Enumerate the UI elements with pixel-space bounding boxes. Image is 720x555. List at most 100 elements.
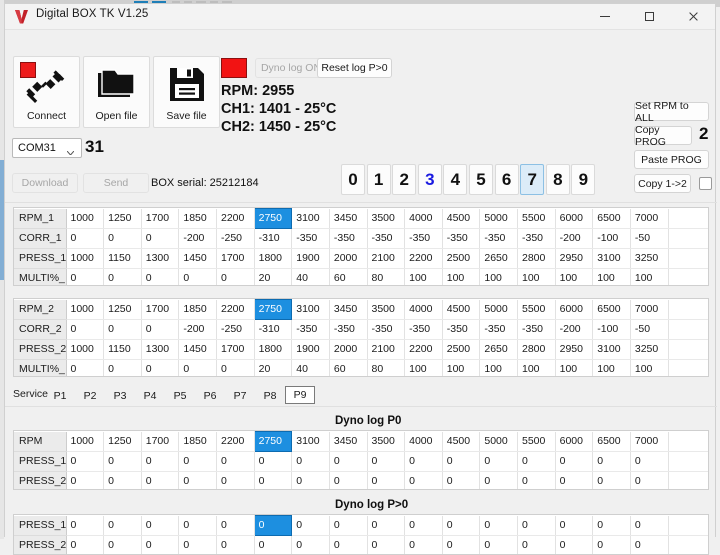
table-cell[interactable]: 0 bbox=[555, 515, 594, 536]
table-cell[interactable]: -200 bbox=[555, 319, 594, 340]
table-cell[interactable]: 0 bbox=[216, 268, 255, 285]
table-cell[interactable]: 0 bbox=[103, 359, 142, 376]
table-cell[interactable]: 0 bbox=[141, 451, 180, 472]
table-cell[interactable]: 4000 bbox=[404, 431, 443, 452]
table-cell[interactable]: 100 bbox=[517, 359, 556, 376]
table-cell[interactable]: -350 bbox=[479, 319, 518, 340]
row-header[interactable]: MULTI%_ bbox=[14, 359, 67, 376]
table-cell[interactable]: 1300 bbox=[141, 339, 180, 360]
download-button[interactable]: Download bbox=[12, 173, 78, 193]
table-cell[interactable]: 0 bbox=[630, 471, 669, 489]
table-cell[interactable]: 1150 bbox=[103, 339, 142, 360]
table-cell[interactable]: 1150 bbox=[103, 248, 142, 269]
table-cell[interactable]: 1700 bbox=[216, 248, 255, 269]
table-cell[interactable]: 5500 bbox=[517, 431, 556, 452]
table-cell[interactable]: 0 bbox=[555, 535, 594, 554]
table-cell[interactable]: -250 bbox=[216, 228, 255, 249]
table-cell[interactable]: 2000 bbox=[329, 339, 368, 360]
program-digit-8[interactable]: 8 bbox=[545, 164, 570, 195]
table-cell[interactable]: 100 bbox=[630, 359, 669, 376]
table-cell[interactable]: 1300 bbox=[141, 248, 180, 269]
send-button[interactable]: Send bbox=[83, 173, 149, 193]
table-cell[interactable]: 1850 bbox=[178, 208, 217, 229]
table-cell[interactable]: 2950 bbox=[555, 248, 594, 269]
table-cell[interactable]: 80 bbox=[367, 359, 406, 376]
table-cell[interactable]: -200 bbox=[178, 319, 217, 340]
table-cell[interactable]: 100 bbox=[479, 359, 518, 376]
table-cell[interactable]: -350 bbox=[517, 319, 556, 340]
table-cell[interactable]: 1900 bbox=[291, 339, 330, 360]
table-cell[interactable]: 0 bbox=[254, 471, 293, 489]
table-cell[interactable]: -50 bbox=[630, 228, 669, 249]
table-cell[interactable]: 1000 bbox=[66, 248, 105, 269]
table-cell[interactable]: 1250 bbox=[103, 431, 142, 452]
tab-p6[interactable]: P6 bbox=[195, 388, 225, 404]
table-cell[interactable]: 0 bbox=[178, 515, 217, 536]
table-cell[interactable]: 3100 bbox=[291, 299, 330, 320]
table-cell[interactable]: 0 bbox=[291, 471, 330, 489]
table-cell[interactable]: 20 bbox=[254, 268, 293, 285]
table-cell[interactable]: 100 bbox=[404, 359, 443, 376]
row-header[interactable]: PRESS_1 bbox=[14, 515, 67, 536]
table-cell[interactable]: 1450 bbox=[178, 339, 217, 360]
table-cell[interactable]: 0 bbox=[178, 451, 217, 472]
connect-button[interactable]: Connect bbox=[13, 56, 80, 128]
table-cell[interactable]: -350 bbox=[367, 319, 406, 340]
table-cell[interactable]: 7000 bbox=[630, 431, 669, 452]
tab-p1[interactable]: P1 bbox=[45, 388, 75, 404]
table-cell[interactable]: 2800 bbox=[517, 248, 556, 269]
table-cell[interactable]: 2200 bbox=[404, 248, 443, 269]
table-cell[interactable]: -350 bbox=[329, 319, 368, 340]
table-cell[interactable]: 6000 bbox=[555, 431, 594, 452]
table-cell[interactable]: 0 bbox=[479, 451, 518, 472]
table-cell[interactable]: -350 bbox=[291, 228, 330, 249]
table-cell[interactable]: 1000 bbox=[66, 299, 105, 320]
table-cell[interactable]: 0 bbox=[216, 359, 255, 376]
table-cell[interactable]: 0 bbox=[367, 451, 406, 472]
table-cell[interactable]: 1700 bbox=[141, 431, 180, 452]
program-digit-6[interactable]: 6 bbox=[494, 164, 519, 195]
table-cell[interactable]: 0 bbox=[329, 471, 368, 489]
table-cell[interactable]: 2800 bbox=[517, 339, 556, 360]
table-cell[interactable]: 0 bbox=[329, 515, 368, 536]
table-cell[interactable]: 100 bbox=[630, 268, 669, 285]
table-cell[interactable]: -310 bbox=[254, 228, 293, 249]
table-cell[interactable]: 3100 bbox=[592, 339, 631, 360]
table-cell[interactable]: 2950 bbox=[555, 339, 594, 360]
table-cell[interactable]: 0 bbox=[592, 535, 631, 554]
table-cell[interactable]: -100 bbox=[592, 228, 631, 249]
table-cell[interactable]: 0 bbox=[592, 451, 631, 472]
row-header[interactable]: PRESS_2 bbox=[14, 535, 67, 554]
table-cell[interactable]: 0 bbox=[404, 535, 443, 554]
table-cell[interactable]: 0 bbox=[404, 471, 443, 489]
table-cell[interactable]: 0 bbox=[253, 515, 293, 536]
table-cell[interactable]: 60 bbox=[329, 268, 368, 285]
table-cell[interactable]: 1000 bbox=[66, 339, 105, 360]
table-cell[interactable]: 0 bbox=[216, 471, 255, 489]
table-cell[interactable]: 0 bbox=[66, 228, 105, 249]
table-cell[interactable]: 0 bbox=[329, 535, 368, 554]
table-cell[interactable]: 0 bbox=[479, 471, 518, 489]
table-cell[interactable]: 1250 bbox=[103, 208, 142, 229]
table-cell[interactable]: -350 bbox=[404, 228, 443, 249]
tab-p4[interactable]: P4 bbox=[135, 388, 165, 404]
row-header[interactable]: PRESS_2 bbox=[14, 339, 67, 360]
table-cell[interactable]: 0 bbox=[442, 451, 481, 472]
table-cell[interactable]: 7000 bbox=[630, 299, 669, 320]
table-cell[interactable]: 0 bbox=[216, 535, 255, 554]
table-cell[interactable]: -350 bbox=[517, 228, 556, 249]
table-cell[interactable]: 100 bbox=[442, 359, 481, 376]
reset-log-button[interactable]: Reset log P>0 bbox=[317, 58, 392, 78]
row-header[interactable]: PRESS_2 bbox=[14, 471, 67, 489]
table-cell[interactable]: 0 bbox=[103, 515, 142, 536]
program-digit-7[interactable]: 7 bbox=[520, 164, 545, 195]
table-cell[interactable]: 0 bbox=[66, 535, 105, 554]
table-cell[interactable]: 80 bbox=[367, 268, 406, 285]
table-cell[interactable]: 2000 bbox=[329, 248, 368, 269]
table-cell[interactable]: 100 bbox=[592, 268, 631, 285]
table-cell[interactable]: 6500 bbox=[592, 208, 631, 229]
table-cell[interactable]: 2100 bbox=[367, 248, 406, 269]
table-cell[interactable]: 3450 bbox=[329, 299, 368, 320]
table-cell[interactable]: 0 bbox=[103, 319, 142, 340]
table-cell[interactable]: 0 bbox=[517, 515, 556, 536]
